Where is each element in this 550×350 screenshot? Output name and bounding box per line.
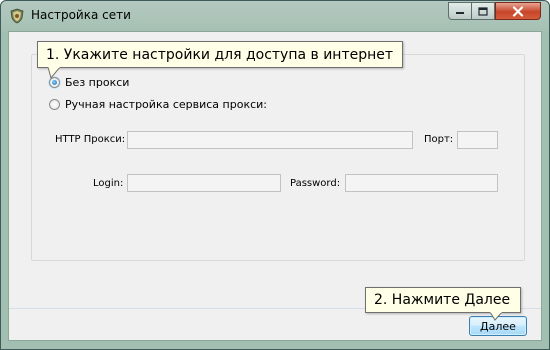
no-proxy-label: Без прокси — [65, 76, 130, 89]
window-title: Настройка сети — [31, 8, 131, 22]
title-bar[interactable]: Настройка сети — [1, 1, 549, 31]
maximize-icon — [478, 6, 488, 16]
callout-pointer-icon — [47, 67, 61, 79]
close-button[interactable] — [495, 2, 541, 20]
password-label: Password: — [290, 178, 341, 189]
hint-callout-step1: 1. Укажите настройки для доступа в интер… — [37, 41, 403, 68]
port-input[interactable] — [457, 131, 498, 149]
http-proxy-input[interactable] — [127, 131, 413, 149]
maximize-button[interactable] — [471, 2, 495, 20]
minimize-button[interactable] — [448, 2, 472, 20]
hint-callout-step1-text: 1. Укажите настройки для доступа в интер… — [46, 46, 394, 63]
radio-no-proxy[interactable]: Без прокси — [49, 76, 129, 89]
login-label: Login: — [93, 178, 124, 189]
hint-callout-step2: 2. Нажмите Далее — [365, 287, 521, 313]
shield-crest-icon — [10, 8, 24, 24]
hint-callout-step2-text: 2. Нажмите Далее — [374, 292, 511, 308]
radio-button[interactable] — [49, 99, 60, 110]
password-input[interactable] — [345, 174, 498, 192]
http-proxy-label: HTTP Прокси: — [55, 134, 126, 145]
login-input[interactable] — [127, 174, 281, 192]
port-label: Порт: — [424, 134, 454, 145]
close-icon — [512, 5, 524, 17]
callout-pointer-icon — [489, 312, 503, 321]
proxy-settings-group: Без прокси Ручная настройка сервиса прок… — [31, 54, 525, 261]
minimize-icon — [456, 12, 464, 14]
radio-manual-proxy[interactable]: Ручная настройка сервиса прокси: — [49, 98, 267, 111]
manual-proxy-label: Ручная настройка сервиса прокси: — [65, 98, 267, 111]
network-settings-window: Настройка сети Без прокси Ручная настрой… — [0, 0, 550, 350]
